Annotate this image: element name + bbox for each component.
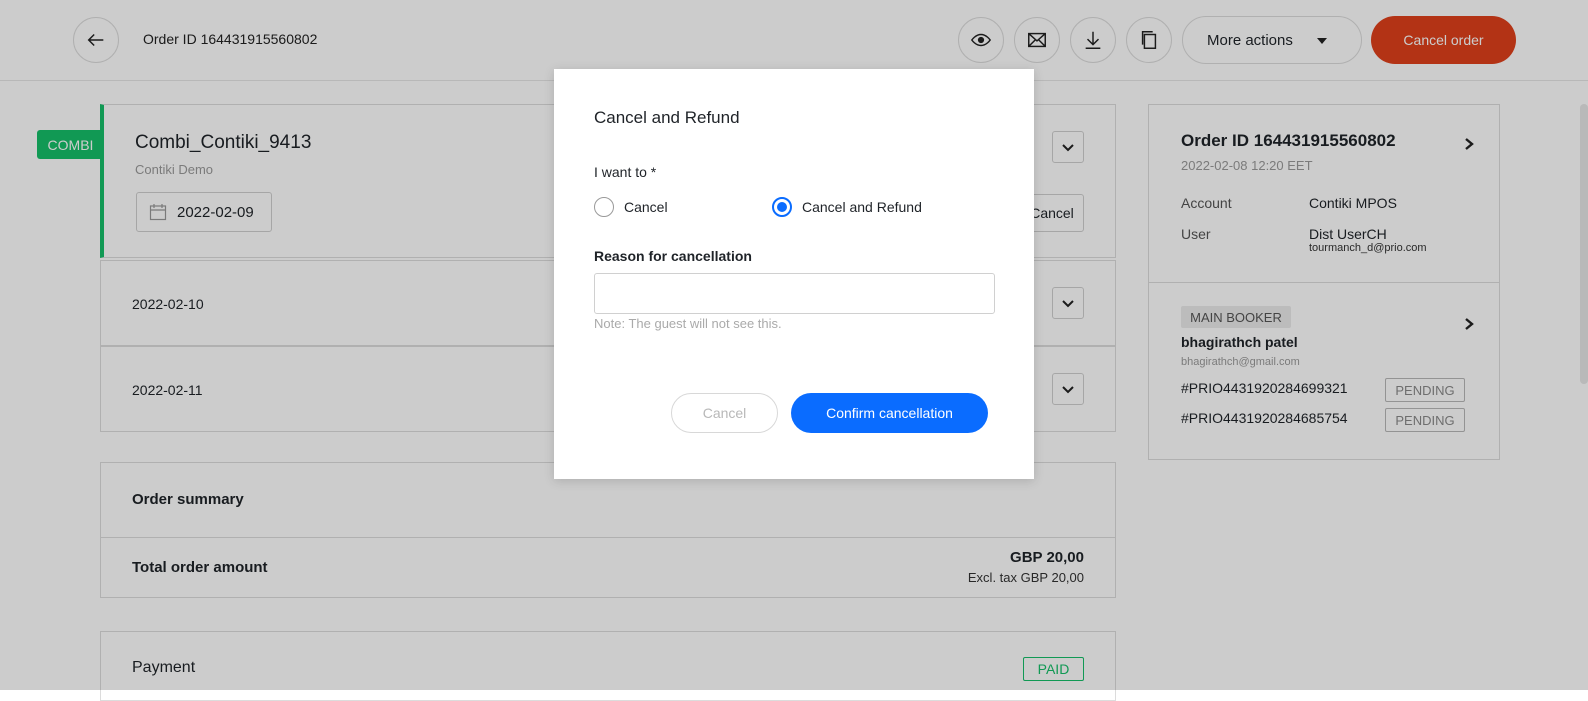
reason-note: Note: The guest will not see this. [594, 316, 782, 331]
cancel-refund-radio[interactable] [772, 197, 792, 217]
cancel-radio-label[interactable]: Cancel [624, 199, 668, 215]
cancel-refund-radio-label[interactable]: Cancel and Refund [802, 199, 922, 215]
reason-label: Reason for cancellation [594, 248, 752, 264]
cancel-radio[interactable] [594, 197, 614, 217]
modal-cancel-button[interactable]: Cancel [671, 393, 778, 433]
cancel-refund-modal: Cancel and Refund I want to * Cancel Can… [554, 69, 1034, 479]
modal-title: Cancel and Refund [594, 108, 740, 127]
page-scrollbar[interactable] [1580, 104, 1588, 384]
reason-input[interactable] [594, 273, 995, 314]
want-to-label: I want to * [594, 164, 657, 180]
confirm-cancellation-button[interactable]: Confirm cancellation [791, 393, 988, 433]
